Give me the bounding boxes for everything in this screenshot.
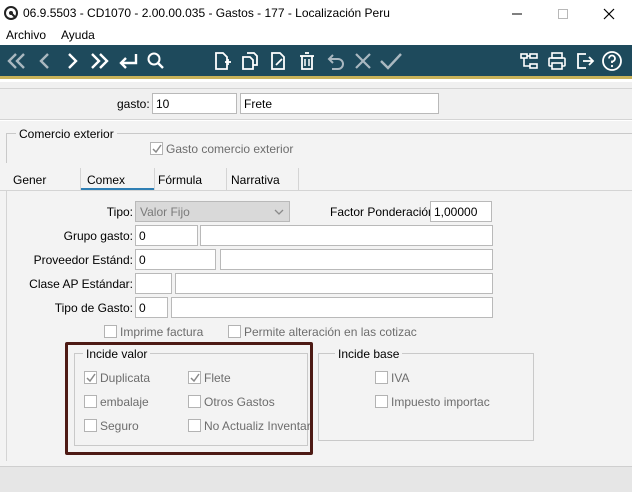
impuesto-importac-label: Impuesto importac [391,395,490,409]
tipo-gasto-field[interactable]: 0 [135,297,168,318]
permite-alteracion-label: Permite alteración en las cotizac [244,325,417,339]
search-icon[interactable] [144,49,168,73]
gasto-code-field[interactable]: 10 [152,93,237,114]
title-bar: 06.9.5503 - CD1070 - 2.00.00.035 - Gasto… [0,0,632,27]
tipo-gasto-label: Tipo de Gasto: [54,301,133,315]
tab-divider [80,168,81,190]
highlight-frame [65,342,313,455]
gasto-description-field[interactable]: Frete [240,93,439,114]
imprime-factura-checkbox[interactable] [104,325,117,338]
tab-divider [226,168,227,190]
tipo-label: Tipo: [106,205,133,219]
last-icon[interactable] [87,49,111,73]
exit-icon[interactable] [573,49,597,73]
chevron-down-icon [273,206,285,221]
imprime-factura-label: Imprime factura [120,325,204,339]
menu-archivo[interactable]: Archivo [6,28,46,42]
minimize-button[interactable] [494,0,540,27]
enter-icon[interactable] [116,49,140,73]
proveedor-description [220,249,493,270]
help-icon[interactable] [600,49,624,73]
app-logo-icon [4,6,18,20]
incide-base-title: Incide base [335,347,403,361]
print-icon[interactable] [545,49,569,73]
tab-divider [298,168,299,190]
previous-icon[interactable] [33,49,57,73]
tipo-select[interactable]: Valor Fijo [135,201,290,222]
gasto-comercio-label: Gasto comercio exterior [166,142,294,156]
edit-icon[interactable] [267,49,291,73]
proveedor-label: Proveedor Estánd: [33,253,133,267]
toolbar [0,45,632,79]
permite-alteracion-checkbox[interactable] [228,325,241,338]
tipo-gasto-description [171,297,493,318]
factor-ponderacion-field[interactable]: 1,00000 [430,201,492,222]
close-window-button[interactable] [586,0,632,27]
grupo-gasto-description [200,225,493,246]
tipo-select-value: Valor Fijo [140,205,190,219]
active-tab-indicator [81,188,154,190]
gasto-comercio-checkbox[interactable] [150,142,163,155]
gasto-label: gasto: [117,97,150,111]
tab-divider [154,168,155,190]
maximize-button[interactable] [540,0,586,27]
tree-icon[interactable] [517,49,541,73]
clase-ap-field[interactable] [135,273,172,294]
comercio-exterior-title: Comercio exterior [16,127,117,141]
tab-formula[interactable]: Fórmula [158,171,202,191]
new-document-icon[interactable] [210,49,234,73]
iva-label: IVA [391,371,410,385]
tab-gener[interactable]: Gener [13,171,46,191]
menu-ayuda[interactable]: Ayuda [61,28,95,42]
iva-checkbox[interactable] [375,371,388,384]
impuesto-importac-checkbox[interactable] [375,395,388,408]
delete-icon[interactable] [295,49,319,73]
first-icon[interactable] [5,49,29,73]
copy-icon[interactable] [238,49,262,73]
factor-ponderacion-label: Factor Ponderación: [330,205,439,219]
confirm-icon[interactable] [379,49,403,73]
next-icon[interactable] [60,49,84,73]
status-bar [0,466,632,492]
cancel-icon[interactable] [351,49,375,73]
menu-bar: Archivo Ayuda [0,27,632,45]
grupo-gasto-label: Grupo gasto: [63,229,133,243]
clase-ap-label: Clase AP Estándar: [29,277,133,291]
tab-narrativa[interactable]: Narrativa [231,171,280,191]
header-panel: gasto: 10 Frete [0,88,632,120]
window-title: 06.9.5503 - CD1070 - 2.00.00.035 - Gasto… [23,6,390,20]
undo-icon[interactable] [323,49,347,73]
proveedor-field[interactable]: 0 [135,249,216,270]
grupo-gasto-field[interactable]: 0 [135,225,198,246]
clase-ap-description [175,273,493,294]
